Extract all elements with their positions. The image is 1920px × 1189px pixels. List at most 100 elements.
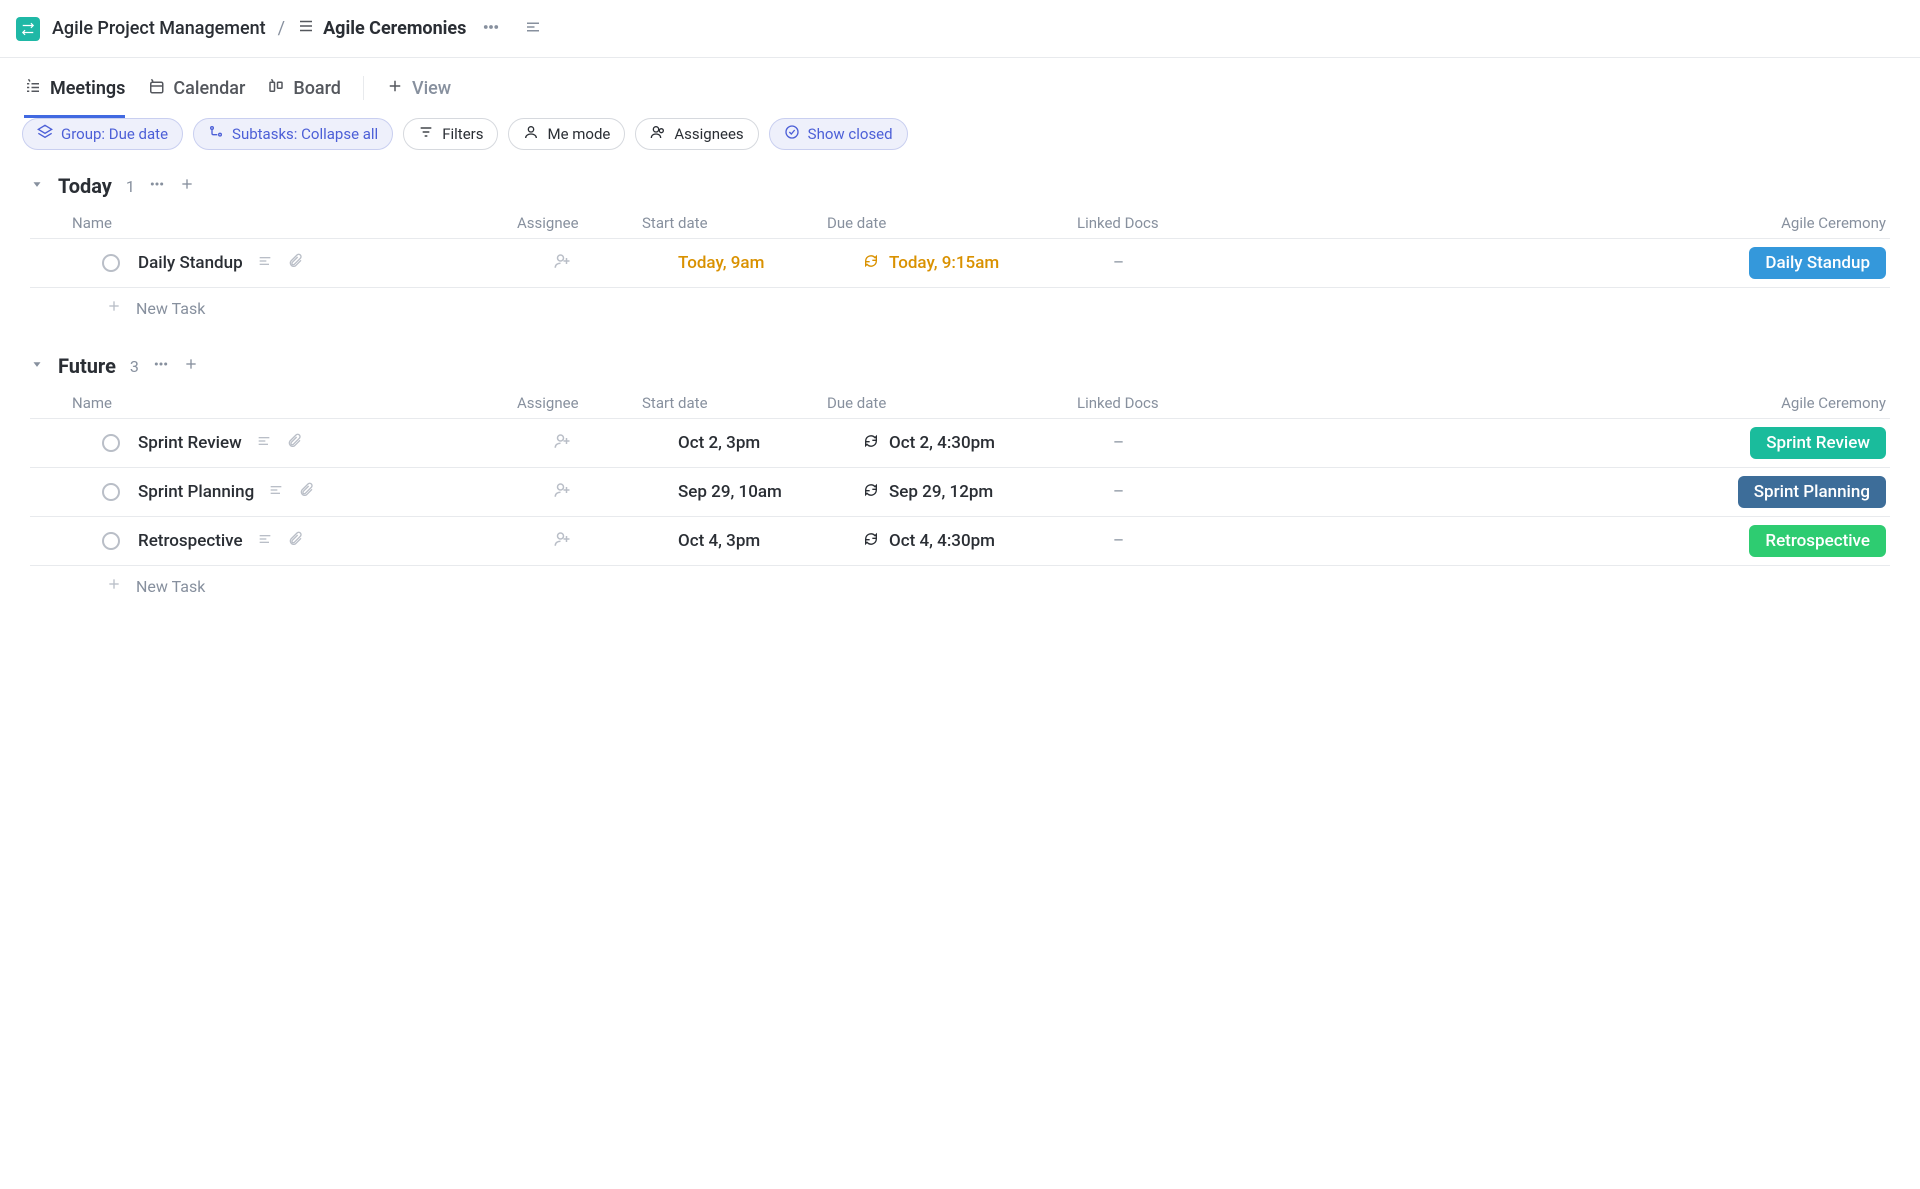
add-view-label: View	[412, 78, 451, 99]
col-docs[interactable]: Linked Docs	[1077, 394, 1247, 412]
linked-docs-cell[interactable]: –	[1113, 253, 1283, 273]
chevron-down-icon[interactable]	[30, 177, 44, 195]
linked-docs-cell[interactable]: –	[1113, 482, 1283, 502]
filters-chip[interactable]: Filters	[403, 118, 498, 150]
breadcrumb: Agile Project Management / Agile Ceremon…	[52, 17, 466, 40]
col-docs[interactable]: Linked Docs	[1077, 214, 1247, 232]
col-name[interactable]: Name	[72, 214, 517, 232]
description-icon[interactable]	[256, 433, 272, 454]
attachment-icon[interactable]	[298, 482, 314, 503]
col-assignee[interactable]: Assignee	[517, 394, 642, 412]
add-assignee-button[interactable]	[553, 435, 571, 455]
new-task-button[interactable]: New Task	[30, 566, 1890, 606]
group-by-chip[interactable]: Group: Due date	[22, 118, 183, 150]
linked-docs-cell[interactable]: –	[1113, 433, 1283, 453]
col-ceremony[interactable]: Agile Ceremony	[1247, 394, 1890, 412]
start-date-cell[interactable]: Today, 9am	[678, 253, 863, 273]
start-date-cell[interactable]: Sep 29, 10am	[678, 482, 863, 502]
tab-meetings[interactable]: Meetings	[24, 58, 125, 118]
group-header[interactable]: Future 3	[30, 354, 1890, 378]
new-task-label: New Task	[136, 299, 205, 318]
col-due[interactable]: Due date	[827, 214, 1077, 232]
recurring-icon	[863, 253, 879, 274]
plus-icon[interactable]	[179, 176, 195, 196]
table-row[interactable]: Sprint Review Oct 2, 3pm Oct 2, 4:30pm –…	[30, 419, 1890, 468]
subtasks-chip[interactable]: Subtasks: Collapse all	[193, 118, 393, 150]
status-circle[interactable]	[102, 483, 120, 501]
linked-docs-cell[interactable]: –	[1113, 531, 1283, 551]
task-name[interactable]: Retrospective	[138, 531, 243, 551]
group-title: Today	[58, 174, 112, 198]
table-row[interactable]: Retrospective Oct 4, 3pm Oct 4, 4:30pm –…	[30, 517, 1890, 566]
due-date-cell[interactable]: Today, 9:15am	[863, 253, 1113, 274]
col-ceremony[interactable]: Agile Ceremony	[1247, 214, 1890, 232]
due-date-cell[interactable]: Sep 29, 12pm	[863, 482, 1113, 503]
description-icon[interactable]	[268, 482, 284, 503]
task-name[interactable]: Sprint Planning	[138, 482, 254, 502]
due-date-cell[interactable]: Oct 2, 4:30pm	[863, 433, 1113, 454]
col-start[interactable]: Start date	[642, 394, 827, 412]
chip-label: Show closed	[808, 125, 893, 143]
header-bar: Agile Project Management / Agile Ceremon…	[0, 0, 1920, 58]
add-assignee-button[interactable]	[553, 255, 571, 275]
check-circle-icon	[784, 124, 800, 144]
space-icon[interactable]	[16, 17, 40, 41]
task-name[interactable]: Sprint Review	[138, 433, 242, 453]
content-area: Today 1 Name Assignee Start date Due dat…	[0, 164, 1920, 642]
group-header[interactable]: Today 1	[30, 174, 1890, 198]
col-name[interactable]: Name	[72, 394, 517, 412]
more-icon[interactable]	[149, 176, 165, 196]
recurring-icon	[863, 433, 879, 454]
calendar-pinned-icon	[147, 77, 165, 100]
ceremony-cell[interactable]: Sprint Planning	[1283, 476, 1890, 508]
breadcrumb-parent[interactable]: Agile Project Management	[52, 18, 266, 39]
table-row[interactable]: Daily Standup Today, 9am Today, 9:15am –…	[30, 239, 1890, 288]
start-date-cell[interactable]: Oct 4, 3pm	[678, 531, 863, 551]
tab-label: Board	[293, 78, 341, 99]
add-assignee-button[interactable]	[553, 533, 571, 553]
task-name[interactable]: Daily Standup	[138, 253, 243, 273]
due-date-cell[interactable]: Oct 4, 4:30pm	[863, 531, 1113, 552]
chip-label: Group: Due date	[61, 125, 168, 143]
assignees-chip[interactable]: Assignees	[635, 118, 758, 150]
toolbar: Group: Due date Subtasks: Collapse all F…	[0, 118, 1920, 164]
col-due[interactable]: Due date	[827, 394, 1077, 412]
tab-label: Meetings	[50, 78, 125, 99]
attachment-icon[interactable]	[286, 433, 302, 454]
ceremony-cell[interactable]: Daily Standup	[1283, 247, 1890, 279]
table-row[interactable]: Sprint Planning Sep 29, 10am Sep 29, 12p…	[30, 468, 1890, 517]
me-mode-chip[interactable]: Me mode	[508, 118, 625, 150]
description-icon[interactable]	[257, 531, 273, 552]
more-icon[interactable]	[482, 18, 500, 40]
status-circle[interactable]	[102, 254, 120, 272]
breadcrumb-separator: /	[278, 18, 285, 39]
toggle-sidepanel-icon[interactable]	[524, 18, 542, 40]
plus-icon[interactable]	[183, 356, 199, 376]
show-closed-chip[interactable]: Show closed	[769, 118, 908, 150]
description-icon[interactable]	[257, 253, 273, 274]
status-circle[interactable]	[102, 532, 120, 550]
more-icon[interactable]	[153, 356, 169, 376]
new-task-button[interactable]: New Task	[30, 288, 1890, 328]
people-icon	[650, 124, 666, 144]
layers-icon	[37, 124, 53, 144]
attachment-icon[interactable]	[287, 253, 303, 274]
recurring-icon	[863, 531, 879, 552]
recurring-icon	[863, 482, 879, 503]
col-assignee[interactable]: Assignee	[517, 214, 642, 232]
add-view-button[interactable]: View	[386, 58, 451, 118]
status-circle[interactable]	[102, 434, 120, 452]
tab-board[interactable]: Board	[267, 58, 341, 118]
person-icon	[523, 124, 539, 144]
start-date-cell[interactable]: Oct 2, 3pm	[678, 433, 863, 453]
subtask-icon	[208, 124, 224, 144]
breadcrumb-current[interactable]: Agile Ceremonies	[297, 17, 466, 40]
col-start[interactable]: Start date	[642, 214, 827, 232]
attachment-icon[interactable]	[287, 531, 303, 552]
chevron-down-icon[interactable]	[30, 357, 44, 375]
tab-calendar[interactable]: Calendar	[147, 58, 245, 118]
ceremony-cell[interactable]: Retrospective	[1283, 525, 1890, 557]
chip-label: Filters	[442, 125, 483, 143]
ceremony-cell[interactable]: Sprint Review	[1283, 427, 1890, 459]
add-assignee-button[interactable]	[553, 484, 571, 504]
